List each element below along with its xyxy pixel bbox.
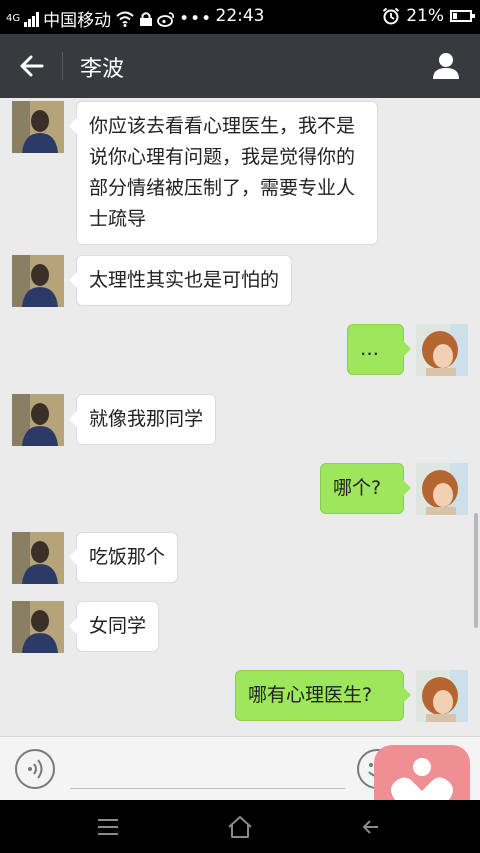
chat-area[interactable]: 你应该去看看心理医生，我不是说你心理有问题，我是觉得你的部分情绪被压制了，需要专… — [0, 98, 480, 736]
profile-button[interactable] — [426, 46, 466, 86]
message-bubble-sent[interactable]: 哪有心理医生? — [235, 670, 411, 721]
battery-percent: 21% — [406, 6, 444, 26]
voice-button[interactable] — [15, 749, 55, 789]
arrow-left-icon — [20, 55, 44, 77]
status-bar: 4G 中国移动 ••• 22:43 21% — [0, 0, 480, 34]
contact-avatar[interactable] — [12, 394, 64, 446]
contact-avatar[interactable] — [12, 101, 64, 153]
title-bar: 李波 — [0, 34, 480, 98]
self-avatar[interactable] — [416, 463, 468, 515]
navigation-bar — [0, 800, 480, 853]
chat-scrollbar[interactable] — [474, 513, 478, 628]
voice-icon — [28, 759, 43, 779]
message-input[interactable] — [70, 788, 345, 789]
back-button[interactable] — [12, 46, 52, 86]
person-icon — [433, 53, 459, 79]
battery-icon — [450, 10, 475, 22]
home-icon — [228, 816, 252, 838]
self-avatar[interactable] — [416, 324, 468, 376]
contact-avatar[interactable] — [12, 601, 64, 653]
home-button[interactable] — [225, 812, 255, 842]
chat-title: 李波 — [80, 57, 125, 82]
menu-button[interactable] — [93, 812, 123, 842]
self-avatar[interactable] — [416, 670, 468, 722]
message-bubble-received[interactable]: 吃饭那个 — [68, 532, 179, 583]
back-icon — [362, 820, 378, 834]
message-bubble-received[interactable]: 女同学 — [68, 601, 160, 652]
contact-avatar[interactable] — [12, 532, 64, 584]
nav-back-button[interactable] — [358, 812, 388, 842]
message-bubble-received[interactable]: 你应该去看看心理医生，我不是说你心理有问题，我是觉得你的部分情绪被压制了，需要专… — [69, 101, 378, 245]
battery-level — [453, 13, 457, 19]
menu-icon — [98, 819, 118, 835]
alarm-icon — [383, 7, 400, 25]
title-divider — [62, 52, 63, 80]
message-bubble-received[interactable]: 太理性其实也是可怕的 — [68, 255, 293, 306]
message-bubble-sent[interactable]: … — [347, 324, 411, 375]
message-bubble-sent[interactable]: 哪个? — [320, 463, 411, 514]
message-bubble-received[interactable]: 就像我那同学 — [68, 394, 217, 445]
contact-avatar[interactable] — [12, 255, 64, 307]
